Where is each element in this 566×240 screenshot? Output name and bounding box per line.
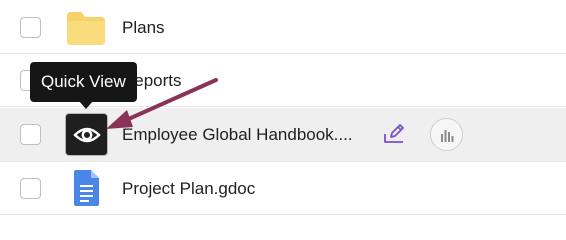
bar-chart-icon [440, 129, 453, 142]
file-row-employee-handbook[interactable]: Employee Global Handbook.... [0, 108, 566, 162]
tooltip-caret [79, 101, 93, 109]
file-list: Plans Reports Employee Global Handbook..… [0, 0, 566, 222]
stats-button[interactable] [430, 118, 463, 151]
file-name[interactable]: Plans [122, 18, 165, 38]
row-checkbox[interactable] [20, 178, 41, 199]
row-checkbox[interactable] [20, 17, 41, 38]
file-row-project-plan[interactable]: Project Plan.gdoc [0, 163, 566, 215]
file-name[interactable]: Project Plan.gdoc [122, 179, 255, 199]
edit-icon[interactable] [381, 121, 407, 147]
file-row-plans[interactable]: Plans [0, 2, 566, 54]
file-name[interactable]: Employee Global Handbook.... [122, 125, 353, 145]
quick-view-button[interactable] [65, 113, 108, 156]
eye-icon [72, 127, 101, 142]
row-checkbox[interactable] [20, 124, 41, 145]
folder-icon [67, 12, 105, 45]
google-doc-icon [74, 170, 99, 206]
quick-view-tooltip: Quick View [30, 62, 137, 102]
